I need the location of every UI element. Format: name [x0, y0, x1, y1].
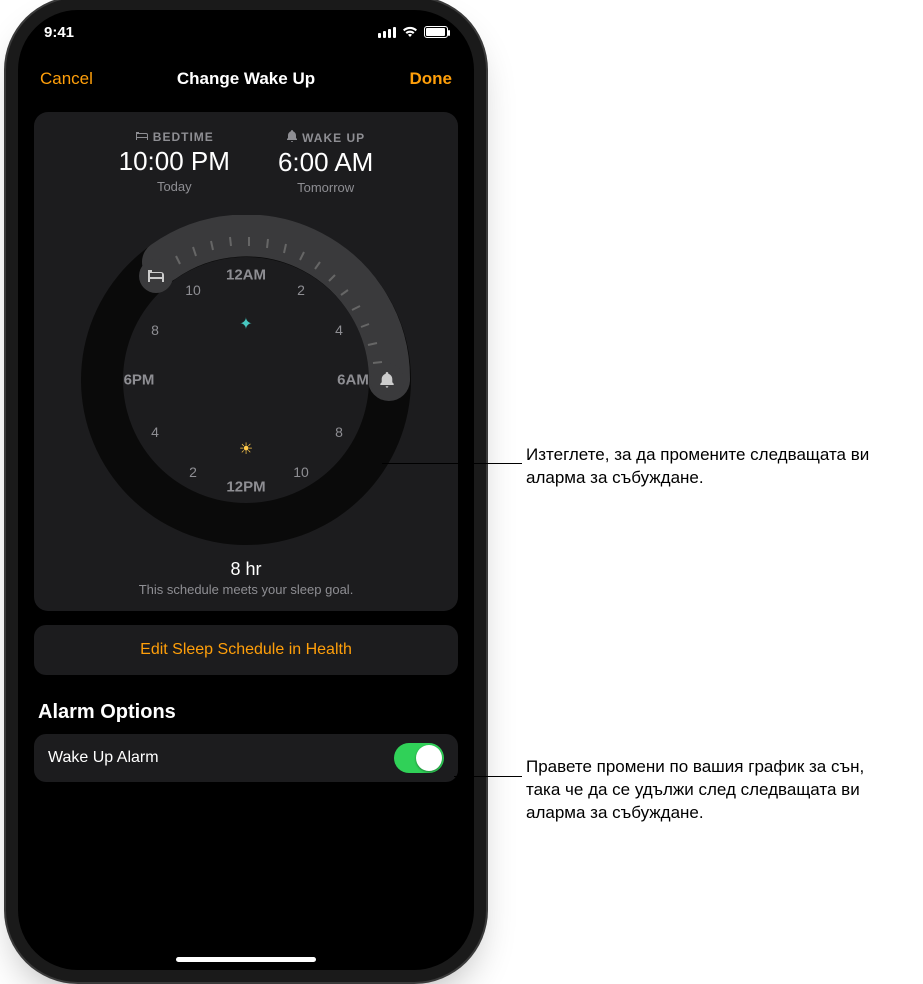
status-right — [378, 26, 448, 38]
hour-20: 8 — [151, 322, 159, 338]
bed-icon — [135, 130, 149, 144]
hour-8: 8 — [335, 424, 343, 440]
hour-22: 10 — [185, 282, 201, 298]
bedtime-value: 10:00 PM — [119, 146, 230, 177]
callout-edit-schedule: Правете промени по вашия график за сън, … — [526, 756, 896, 825]
wifi-icon — [402, 26, 418, 38]
alarm-options-header: Alarm Options — [34, 701, 458, 724]
bedtime-handle[interactable] — [139, 259, 173, 293]
hour-6am: 6AM — [337, 372, 369, 389]
callout-leader-1 — [382, 463, 522, 464]
cancel-button[interactable]: Cancel — [40, 69, 93, 89]
wake-handle[interactable] — [370, 363, 404, 397]
hour-6pm: 6PM — [124, 372, 155, 389]
bedtime-day: Today — [119, 179, 230, 194]
schedule-card: BEDTIME 10:00 PM Today WAKE UP 6:00 AM T… — [34, 112, 458, 611]
sun-icon: ☀ — [239, 439, 253, 459]
sparkle-icon: ✦ — [239, 314, 252, 334]
home-indicator[interactable] — [176, 957, 316, 962]
hour-10: 10 — [293, 464, 309, 480]
bedtime-label-text: BEDTIME — [153, 130, 214, 144]
sleep-goal-text: This schedule meets your sleep goal. — [44, 582, 448, 597]
hour-12am: 12AM — [226, 267, 266, 284]
hour-14: 2 — [189, 464, 197, 480]
done-button[interactable]: Done — [410, 69, 453, 89]
wake-alarm-label: Wake Up Alarm — [48, 749, 159, 767]
status-time: 9:41 — [44, 24, 74, 41]
bell-icon — [286, 130, 298, 145]
battery-icon — [424, 26, 448, 38]
content: BEDTIME 10:00 PM Today WAKE UP 6:00 AM T… — [18, 104, 474, 970]
wake-alarm-toggle[interactable] — [394, 743, 444, 773]
hour-4: 4 — [335, 322, 343, 338]
phone-frame: 9:41 Cancel Change Wake Up Done — [18, 10, 474, 970]
callout-leader-2 — [454, 776, 522, 777]
wake-value: 6:00 AM — [278, 147, 373, 178]
nav-bar: Cancel Change Wake Up Done — [18, 54, 474, 104]
wake-alarm-row: Wake Up Alarm — [34, 734, 458, 782]
cellular-icon — [378, 27, 396, 38]
wake-block: WAKE UP 6:00 AM Tomorrow — [278, 130, 373, 195]
hour-2: 2 — [297, 282, 305, 298]
sleep-duration: 8 hr — [44, 559, 448, 580]
bedtime-block: BEDTIME 10:00 PM Today — [119, 130, 230, 195]
wake-label-text: WAKE UP — [302, 131, 365, 145]
schedule-times: BEDTIME 10:00 PM Today WAKE UP 6:00 AM T… — [44, 130, 448, 195]
bedtime-label: BEDTIME — [119, 130, 230, 144]
hour-12pm: 12PM — [226, 479, 265, 496]
wake-day: Tomorrow — [278, 180, 373, 195]
hour-16: 4 — [151, 424, 159, 440]
callout-drag-alarm: Изтеглете, за да промените следващата ви… — [526, 444, 896, 490]
sleep-dial[interactable]: 12AM 2 4 6AM 8 10 12PM 2 4 6PM 8 10 ✦ ☀ — [81, 215, 411, 545]
dial-inner — [123, 257, 369, 503]
wake-label: WAKE UP — [278, 130, 373, 145]
edit-schedule-button[interactable]: Edit Sleep Schedule in Health — [34, 625, 458, 675]
notch — [146, 10, 346, 40]
edit-schedule-label: Edit Sleep Schedule in Health — [140, 641, 352, 659]
